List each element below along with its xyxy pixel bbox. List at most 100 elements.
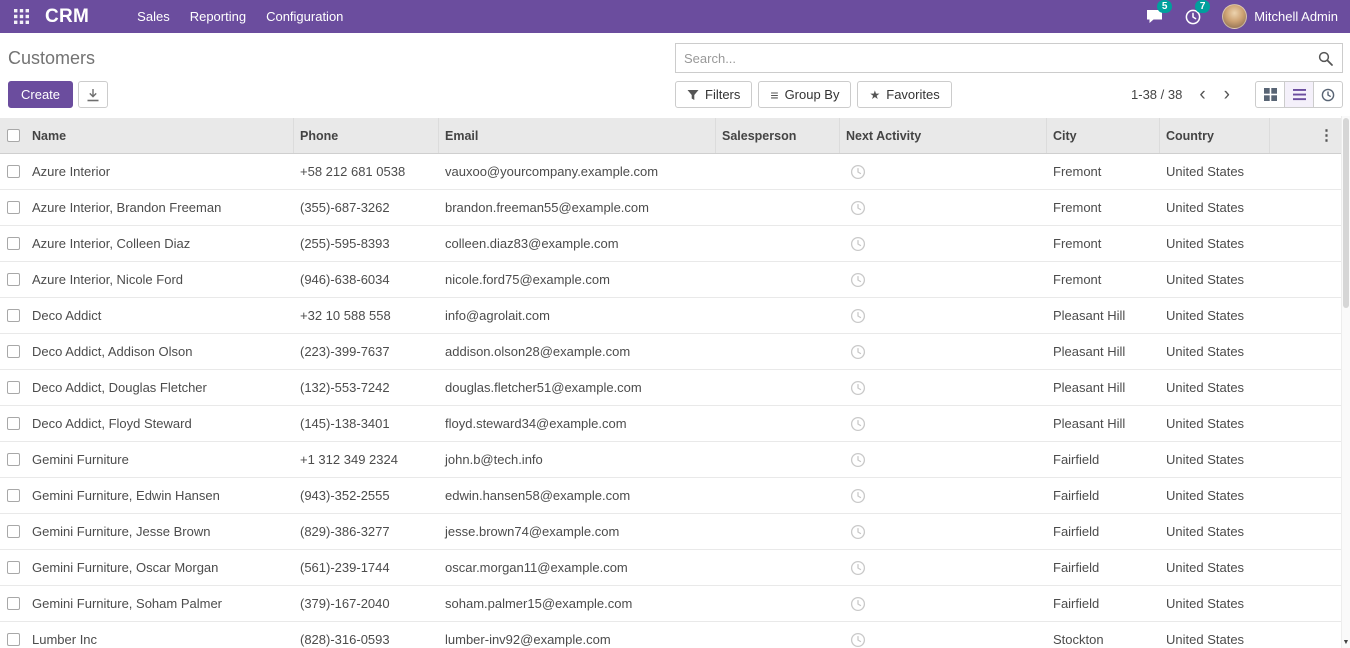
row-checkbox[interactable] xyxy=(7,633,20,646)
messages-button[interactable]: 5 xyxy=(1135,4,1174,29)
cell-country: United States xyxy=(1160,406,1270,441)
cell-country: United States xyxy=(1160,298,1270,333)
vertical-scrollbar[interactable]: ▼ xyxy=(1341,116,1350,648)
row-checkbox[interactable] xyxy=(7,273,20,286)
next-activity-clock-icon[interactable] xyxy=(850,596,866,612)
row-checkbox[interactable] xyxy=(7,525,20,538)
table-row[interactable]: Lumber Inc (828)-316-0593 lumber-inv92@e… xyxy=(0,622,1350,648)
systray: 5 7 Mitchell Admin xyxy=(1135,4,1342,30)
group-by-button[interactable]: ≡ Group By xyxy=(758,81,851,108)
cell-email: john.b@tech.info xyxy=(439,442,716,477)
pager-next-button[interactable]: › xyxy=(1215,84,1239,106)
table-row[interactable]: Deco Addict +32 10 588 558 info@agrolait… xyxy=(0,298,1350,334)
cell-phone: (223)-399-7637 xyxy=(294,334,439,369)
search-icon xyxy=(1318,51,1333,66)
cell-email: colleen.diaz83@example.com xyxy=(439,226,716,261)
table-row[interactable]: Azure Interior +58 212 681 0538 vauxoo@y… xyxy=(0,154,1350,190)
table-row[interactable]: Gemini Furniture +1 312 349 2324 john.b@… xyxy=(0,442,1350,478)
next-activity-clock-icon[interactable] xyxy=(850,524,866,540)
view-switcher xyxy=(1255,81,1343,108)
search-button[interactable] xyxy=(1309,51,1342,66)
column-header-phone[interactable]: Phone xyxy=(294,118,439,153)
next-activity-clock-icon[interactable] xyxy=(850,164,866,180)
select-all-checkbox[interactable] xyxy=(7,129,20,142)
cell-salesperson xyxy=(716,514,840,549)
next-activity-clock-icon[interactable] xyxy=(850,632,866,648)
cell-city: Pleasant Hill xyxy=(1047,406,1160,441)
column-header-country[interactable]: Country xyxy=(1160,118,1270,153)
next-activity-clock-icon[interactable] xyxy=(850,272,866,288)
activity-view-button[interactable] xyxy=(1313,81,1343,108)
app-name[interactable]: CRM xyxy=(45,6,89,28)
cell-city: Fremont xyxy=(1047,154,1160,189)
table-row[interactable]: Deco Addict, Douglas Fletcher (132)-553-… xyxy=(0,370,1350,406)
control-panel: Customers Create xyxy=(0,33,1350,116)
next-activity-clock-icon[interactable] xyxy=(850,416,866,432)
row-checkbox[interactable] xyxy=(7,597,20,610)
table-row[interactable]: Deco Addict, Addison Olson (223)-399-763… xyxy=(0,334,1350,370)
search-input[interactable] xyxy=(676,51,1309,66)
cell-salesperson xyxy=(716,622,840,648)
column-header-next-activity[interactable]: Next Activity xyxy=(840,118,1047,153)
row-checkbox[interactable] xyxy=(7,237,20,250)
next-activity-clock-icon[interactable] xyxy=(850,236,866,252)
cell-salesperson xyxy=(716,442,840,477)
kanban-view-button[interactable] xyxy=(1255,81,1285,108)
next-activity-clock-icon[interactable] xyxy=(850,308,866,324)
next-activity-clock-icon[interactable] xyxy=(850,380,866,396)
next-activity-clock-icon[interactable] xyxy=(850,344,866,360)
cell-phone: (379)-167-2040 xyxy=(294,586,439,621)
table-row[interactable]: Gemini Furniture, Oscar Morgan (561)-239… xyxy=(0,550,1350,586)
filters-label: Filters xyxy=(705,87,740,102)
table-row[interactable]: Azure Interior, Nicole Ford (946)-638-60… xyxy=(0,262,1350,298)
scrollbar-thumb[interactable] xyxy=(1343,118,1349,308)
table-row[interactable]: Azure Interior, Brandon Freeman (355)-68… xyxy=(0,190,1350,226)
row-checkbox[interactable] xyxy=(7,489,20,502)
row-checkbox[interactable] xyxy=(7,417,20,430)
column-header-salesperson[interactable]: Salesperson xyxy=(716,118,840,153)
cell-name: Deco Addict, Douglas Fletcher xyxy=(26,370,294,405)
filters-button[interactable]: Filters xyxy=(675,81,752,108)
row-checkbox[interactable] xyxy=(7,453,20,466)
cell-city: Pleasant Hill xyxy=(1047,370,1160,405)
table-row[interactable]: Gemini Furniture, Soham Palmer (379)-167… xyxy=(0,586,1350,622)
row-checkbox[interactable] xyxy=(7,345,20,358)
column-header-email[interactable]: Email xyxy=(439,118,716,153)
cell-next-activity xyxy=(840,586,1047,621)
table-row[interactable]: Deco Addict, Floyd Steward (145)-138-340… xyxy=(0,406,1350,442)
table-row[interactable]: Gemini Furniture, Edwin Hansen (943)-352… xyxy=(0,478,1350,514)
cell-next-activity xyxy=(840,442,1047,477)
row-checkbox[interactable] xyxy=(7,381,20,394)
list-view-button[interactable] xyxy=(1284,81,1314,108)
column-header-name[interactable]: Name xyxy=(26,118,294,153)
table-row[interactable]: Gemini Furniture, Jesse Brown (829)-386-… xyxy=(0,514,1350,550)
table-row[interactable]: Azure Interior, Colleen Diaz (255)-595-8… xyxy=(0,226,1350,262)
cell-next-activity xyxy=(840,622,1047,648)
export-button[interactable] xyxy=(78,81,108,108)
next-activity-clock-icon[interactable] xyxy=(850,200,866,216)
user-menu[interactable]: Mitchell Admin xyxy=(1212,4,1342,29)
activities-button[interactable]: 7 xyxy=(1174,4,1212,30)
next-activity-clock-icon[interactable] xyxy=(850,452,866,468)
menu-configuration[interactable]: Configuration xyxy=(256,4,353,29)
row-checkbox[interactable] xyxy=(7,165,20,178)
next-activity-clock-icon[interactable] xyxy=(850,560,866,576)
cell-email: vauxoo@yourcompany.example.com xyxy=(439,154,716,189)
row-checkbox[interactable] xyxy=(7,201,20,214)
column-header-city[interactable]: City xyxy=(1047,118,1160,153)
create-button[interactable]: Create xyxy=(8,81,73,108)
cell-name: Azure Interior, Brandon Freeman xyxy=(26,190,294,225)
row-checkbox[interactable] xyxy=(7,309,20,322)
favorites-button[interactable]: ★ Favorites xyxy=(857,81,951,108)
next-activity-clock-icon[interactable] xyxy=(850,488,866,504)
pager-previous-button[interactable]: ‹ xyxy=(1190,84,1214,106)
apps-menu-button[interactable] xyxy=(8,5,35,28)
row-checkbox[interactable] xyxy=(7,561,20,574)
menu-sales[interactable]: Sales xyxy=(127,4,180,29)
menu-reporting[interactable]: Reporting xyxy=(180,4,256,29)
scroll-down-arrow[interactable]: ▼ xyxy=(1342,639,1350,646)
cell-phone: +32 10 588 558 xyxy=(294,298,439,333)
cell-country: United States xyxy=(1160,334,1270,369)
cell-name: Gemini Furniture, Soham Palmer xyxy=(26,586,294,621)
optional-columns-toggle[interactable]: ⋮ xyxy=(1309,118,1344,153)
